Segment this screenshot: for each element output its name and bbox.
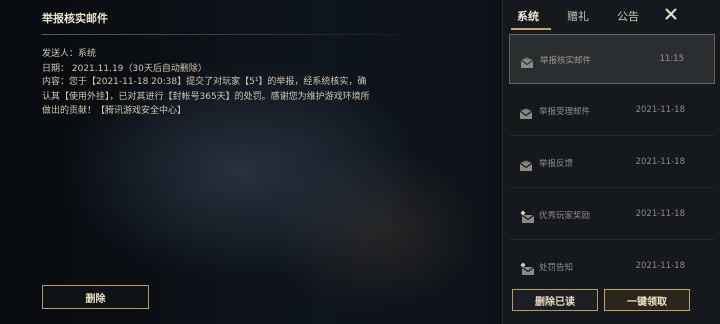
list-item-label: 优秀玩家奖励 bbox=[539, 211, 591, 221]
delete-button[interactable]: 删除 bbox=[42, 285, 149, 309]
mail-icon bbox=[520, 54, 534, 68]
tab-system[interactable]: 系统 bbox=[517, 8, 539, 24]
list-item-label: 处罚告知 bbox=[539, 263, 574, 273]
delete-read-button[interactable]: 删除已读 bbox=[512, 289, 598, 311]
mail-content: 内容：您于【2021-11-18 20:38】提交了对玩家【5¹】的举报，经系统… bbox=[42, 77, 370, 116]
mail-title: 举报核实邮件 bbox=[42, 12, 108, 25]
mail-detail-panel: 举报核实邮件 发送人：系统 日期： 2021.11.19（30天后自动删除） 内… bbox=[0, 0, 502, 324]
list-item-time: 2021-11-18 bbox=[635, 261, 685, 271]
list-item-label: 举报核实邮件 bbox=[540, 56, 592, 66]
list-item-time: 2021-11-18 bbox=[635, 105, 685, 115]
mail-icon bbox=[519, 105, 533, 119]
list-item-time: 2021-11-18 bbox=[635, 209, 685, 219]
mail-list: 举报核实邮件 11:15 举报受理邮件 2021-11-18 举报反馈 2021… bbox=[503, 32, 720, 284]
mail-tabs: 系统 赠礼 公告 bbox=[503, 0, 720, 32]
mail-sender: 发送人：系统 bbox=[42, 49, 97, 59]
list-item-time: 11:15 bbox=[659, 54, 685, 64]
list-item[interactable]: 举报核实邮件 11:15 bbox=[509, 34, 715, 84]
list-item-label: 举报反馈 bbox=[539, 159, 574, 169]
active-tab-indicator bbox=[511, 28, 551, 30]
list-item[interactable]: 举报受理邮件 2021-11-18 bbox=[509, 86, 715, 136]
reward-mail-icon bbox=[519, 261, 535, 275]
list-item[interactable]: 优秀玩家奖励 2021-11-18 bbox=[509, 190, 715, 240]
tab-gift[interactable]: 赠礼 bbox=[567, 8, 589, 24]
mail-list-panel: 系统 赠礼 公告 举报核实邮件 11:15 举报受理邮件 2021-11-18 bbox=[502, 0, 720, 324]
list-item[interactable]: 举报反馈 2021-11-18 bbox=[509, 138, 715, 188]
mail-date: 日期： 2021.11.19（30天后自动删除） bbox=[42, 64, 207, 74]
list-item-time: 2021-11-18 bbox=[635, 157, 685, 167]
close-icon[interactable] bbox=[663, 6, 679, 22]
reward-mail-icon bbox=[519, 209, 535, 223]
collect-all-button[interactable]: 一键领取 bbox=[604, 289, 690, 311]
mail-icon bbox=[519, 157, 533, 171]
tab-notice[interactable]: 公告 bbox=[617, 8, 639, 24]
title-divider bbox=[42, 34, 400, 35]
list-item-label: 举报受理邮件 bbox=[539, 107, 591, 117]
